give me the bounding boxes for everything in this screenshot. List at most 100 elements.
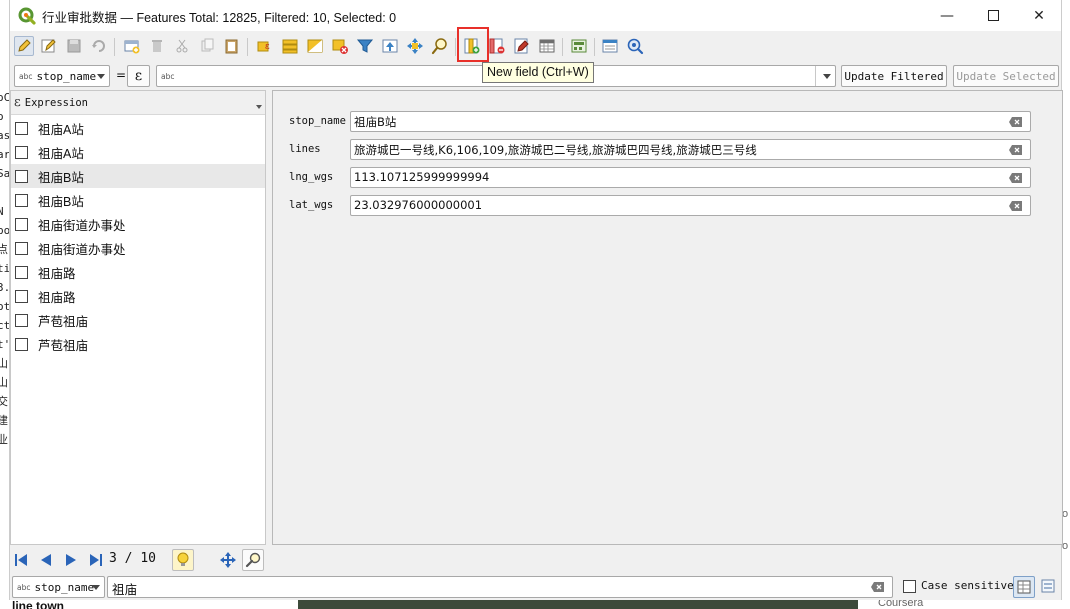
- feature-label: 祖庙路: [38, 290, 76, 305]
- attribute-value-input[interactable]: 旅游城巴一号线,K6,106,109,旅游城巴二号线,旅游城巴四号线,旅游城巴三…: [350, 139, 1031, 160]
- clear-value-icon[interactable]: [1009, 201, 1022, 211]
- clear-value-icon[interactable]: [1009, 173, 1022, 183]
- feature-select-checkbox[interactable]: [15, 337, 28, 351]
- clear-value-icon[interactable]: [1009, 145, 1022, 155]
- feature-select-checkbox[interactable]: [15, 169, 28, 183]
- delete-feature-button[interactable]: [147, 36, 167, 56]
- form-view-icon: [1041, 579, 1055, 593]
- filter-dropdown-toggle[interactable]: [815, 66, 835, 86]
- add-feature-button[interactable]: [122, 36, 142, 56]
- maximize-button[interactable]: [970, 0, 1016, 31]
- filter-select-button[interactable]: [355, 36, 375, 56]
- field-selector-combo[interactable]: abc stop_name: [14, 65, 110, 87]
- feature-list-item[interactable]: 芦苞祖庙: [11, 308, 265, 332]
- feature-list-item[interactable]: 祖庙B站: [11, 188, 265, 212]
- form-view-toggle[interactable]: [1038, 576, 1060, 598]
- feature-list-item[interactable]: 祖庙路: [11, 260, 265, 284]
- pan-to-feature-icon[interactable]: [220, 552, 236, 568]
- clear-search-icon[interactable]: [871, 582, 884, 592]
- lightbulb-icon: [177, 552, 189, 566]
- background-text-line: t': [0, 338, 9, 351]
- add-feature-icon: [124, 40, 140, 54]
- search-input[interactable]: 祖庙: [107, 576, 893, 598]
- feature-list-item[interactable]: 祖庙B站: [11, 164, 265, 188]
- zoom-to-feature-button[interactable]: [242, 549, 264, 571]
- case-sensitive-checkbox[interactable]: [903, 580, 916, 593]
- field-calculator-button[interactable]: [569, 36, 589, 56]
- actions-button[interactable]: [625, 36, 645, 56]
- feature-select-checkbox[interactable]: [15, 193, 28, 207]
- background-photo: [298, 600, 858, 609]
- feature-position-indicator: 3 / 10: [109, 551, 156, 566]
- attribute-label: lng_wgs: [289, 171, 334, 183]
- copy-button[interactable]: [197, 36, 217, 56]
- reload-icon: [92, 40, 105, 52]
- feature-list-item[interactable]: 祖庙街道办事处: [11, 212, 265, 236]
- paste-button[interactable]: [222, 36, 242, 56]
- pan-to-selected-button[interactable]: [405, 36, 425, 56]
- chevron-down-icon: [97, 74, 105, 79]
- update-selected-button[interactable]: Update Selected: [953, 65, 1059, 87]
- background-text-line: ot: [0, 300, 9, 313]
- organize-columns-button[interactable]: [512, 36, 532, 56]
- background-text-line: 业: [0, 433, 8, 446]
- feature-list-item[interactable]: 芦苞祖庙: [11, 332, 265, 356]
- background-text-line: N: [0, 205, 4, 218]
- attribute-row: stop_name 祖庙B站: [273, 111, 1062, 133]
- toggle-multi-edit-button[interactable]: [39, 36, 59, 56]
- expression-builder-button[interactable]: ε: [127, 65, 150, 87]
- title-bar[interactable]: 行业审批数据 — Features Total: 12825, Filtered…: [10, 0, 1061, 31]
- deselect-all-button[interactable]: [330, 36, 350, 56]
- background-text-line: 山: [0, 357, 8, 370]
- dock-table-button[interactable]: [600, 36, 620, 56]
- feature-select-checkbox[interactable]: [15, 241, 28, 255]
- first-feature-icon[interactable]: [13, 552, 29, 568]
- table-view-toggle[interactable]: [1013, 576, 1035, 598]
- conditional-formatting-button[interactable]: [537, 36, 557, 56]
- feature-label: 祖庙A站: [38, 122, 84, 137]
- feature-select-checkbox[interactable]: [15, 145, 28, 159]
- toggle-editing-button[interactable]: [14, 36, 34, 56]
- select-all-button[interactable]: [280, 36, 300, 56]
- feature-select-checkbox[interactable]: [15, 265, 28, 279]
- feature-select-checkbox[interactable]: [15, 217, 28, 231]
- cut-button[interactable]: [172, 36, 192, 56]
- clear-value-icon[interactable]: [1009, 117, 1022, 127]
- attribute-row: lines 旅游城巴一号线,K6,106,109,旅游城巴二号线,旅游城巴四号线,…: [273, 139, 1062, 161]
- highlight-feature-button[interactable]: [172, 549, 194, 571]
- select-by-expression-button[interactable]: ε: [255, 36, 275, 56]
- feature-list-item[interactable]: 祖庙路: [11, 284, 265, 308]
- feature-list-item[interactable]: 祖庙A站: [11, 116, 265, 140]
- search-field-combo[interactable]: abc stop_name: [12, 576, 105, 598]
- attribute-row: lng_wgs 113.107125999999994: [273, 167, 1062, 189]
- feature-list-pane: ε Expression 祖庙A站 祖庙A站 祖庙B站 祖庙B站 祖庙街道办事处 祖庙街道…: [10, 90, 266, 545]
- close-button[interactable]: ✕: [1016, 0, 1062, 31]
- pencil-icon: [18, 39, 31, 52]
- field-calculator-icon: [571, 39, 587, 53]
- background-text-line: 点: [0, 243, 8, 256]
- toolbar-separator: [247, 38, 248, 56]
- attribute-value-input[interactable]: 23.032976000000001: [350, 195, 1031, 216]
- move-selection-to-top-button[interactable]: [380, 36, 400, 56]
- display-expression-header[interactable]: ε Expression: [11, 91, 265, 115]
- invert-selection-button[interactable]: [305, 36, 325, 56]
- last-feature-icon[interactable]: [88, 552, 104, 568]
- minimize-button[interactable]: —: [924, 0, 970, 31]
- attribute-value-input[interactable]: 113.107125999999994: [350, 167, 1031, 188]
- update-filtered-button[interactable]: Update Filtered: [841, 65, 947, 87]
- next-feature-icon[interactable]: [63, 552, 79, 568]
- save-edits-button[interactable]: [64, 36, 84, 56]
- delete-field-button[interactable]: [487, 36, 507, 56]
- reload-table-button[interactable]: [89, 36, 109, 56]
- chevron-down-icon: [823, 74, 831, 79]
- feature-select-checkbox[interactable]: [15, 121, 28, 135]
- feature-list-item[interactable]: 祖庙街道办事处: [11, 236, 265, 260]
- previous-feature-icon[interactable]: [38, 552, 54, 568]
- zoom-to-selected-button[interactable]: [430, 36, 450, 56]
- feature-select-checkbox[interactable]: [15, 313, 28, 327]
- feature-list-item[interactable]: 祖庙A站: [11, 140, 265, 164]
- move-to-top-icon: [382, 39, 398, 53]
- search-input-value: 祖庙: [112, 583, 138, 597]
- attribute-value-input[interactable]: 祖庙B站: [350, 111, 1031, 132]
- feature-select-checkbox[interactable]: [15, 289, 28, 303]
